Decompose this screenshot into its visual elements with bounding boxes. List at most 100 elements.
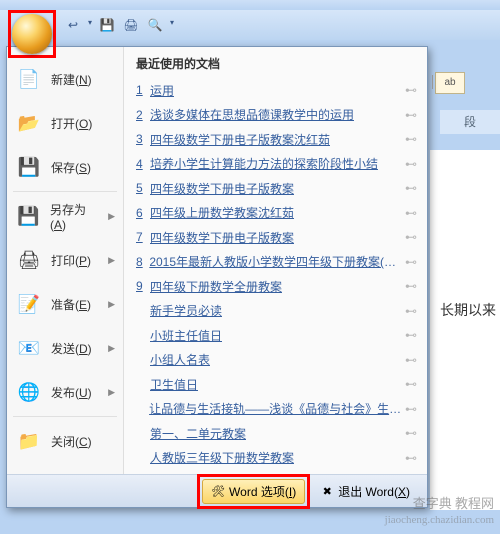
menu-label: 准备(E) [51,296,91,313]
pin-icon[interactable]: ⊷ [405,304,417,318]
recent-doc-number: 8 [136,255,149,269]
menu-icon: 🖨 [15,246,43,274]
recent-doc-number: 7 [136,230,150,244]
submenu-arrow-icon: ▶ [108,255,115,266]
recent-doc-item[interactable]: 小班主任值日 ⊷ [136,323,417,348]
word-options-label: Word 选项(I) [229,483,296,500]
recent-doc-title: 运用 [150,82,174,99]
recent-doc-item[interactable]: 新手学员必读⊷ [136,299,417,324]
recent-doc-title: 四年级数学下册电子版教案 [150,229,294,246]
office-button-highlight [8,10,56,58]
recent-doc-title: 四年级数学下册电子版教案沈红茹 [150,131,330,148]
recent-doc-item[interactable]: 6四年级上册数学教案沈红茹⊷ [136,201,417,226]
menu-item-o[interactable]: 📂 打开(O) [7,101,123,145]
pin-icon[interactable]: ⊷ [405,377,417,391]
save-icon[interactable]: 💾 [98,16,116,34]
recent-doc-number: 3 [136,132,150,146]
recent-doc-title: 小班主任值日 [150,327,222,344]
menu-icon: 📝 [15,290,43,318]
pin-icon[interactable]: ⊷ [405,157,417,171]
menu-icon: 📧 [15,334,43,362]
pin-icon[interactable]: ⊷ [405,279,417,293]
office-menu-commands: 📄新建(N)📂打开(O)💾保存(S)💾另存为(A)▶🖨打印(P)▶📝准备(E)▶… [7,47,124,474]
menu-icon: 💾 [15,202,42,230]
pin-icon[interactable]: ⊷ [405,230,417,244]
menu-icon: 📄 [15,65,43,93]
word-options-button[interactable]: 🛠 Word 选项(I) [202,479,305,504]
menu-item-n[interactable]: 📄新建(N) [7,57,123,101]
pin-icon[interactable]: ⊷ [405,83,417,97]
menu-icon: 🌐 [15,378,43,406]
menu-label: 另存为(A) [50,201,100,232]
document-text-snippet: 长期以来 [440,300,496,320]
undo-icon[interactable]: ↩ [64,16,82,34]
ab-button[interactable]: ab [435,72,465,94]
recent-doc-number: 1 [136,83,150,97]
menu-icon: 📂 [15,109,43,137]
menu-icon: 📁 [15,427,43,455]
menu-label: 打开(O) [51,115,92,132]
recent-doc-number: 2 [136,108,150,122]
quick-print-icon[interactable]: 🖨 [122,16,140,34]
recent-doc-title: 小组人名表 [150,351,210,368]
menu-item-u[interactable]: 🌐 发布(U) ▶ [7,370,123,414]
pin-icon[interactable]: ⊷ [405,328,417,342]
recent-doc-title: 四年级下册数学全册教案 [150,278,282,295]
office-button[interactable] [12,14,52,54]
recent-doc-number: 4 [136,157,150,171]
pin-icon[interactable]: ⊷ [405,402,417,416]
pin-icon[interactable]: ⊷ [405,108,417,122]
menu-item-p[interactable]: 🖨 打印(P) ▶ [7,238,123,282]
exit-icon: ✖ [320,484,334,498]
window-titlebar [0,0,500,10]
recent-doc-title: 第一、二单元教案 [150,425,246,442]
recent-doc-item[interactable]: 3四年级数学下册电子版教案沈红茹 ⊷ [136,127,417,152]
undo-dropdown-icon[interactable]: ▾ [88,16,92,34]
print-preview-icon[interactable]: 🔍 [146,16,164,34]
recent-doc-number: 9 [136,279,150,293]
submenu-arrow-icon: ▶ [108,343,115,354]
recent-doc-title: 2015年最新人教版小学数学四年级下册教案(表格... [149,253,405,270]
menu-item-c[interactable]: 📁 关闭(C) [7,419,123,463]
recent-doc-item[interactable]: 4培养小学生计算能力方法的探索阶段性小结⊷ [136,152,417,177]
recent-doc-title: 让品德与生活接轨——浅谈《品德与社会》生活化... [149,400,405,417]
submenu-arrow-icon: ▶ [108,387,115,398]
pin-icon[interactable]: ⊷ [405,255,417,269]
recent-doc-title: 卫生值日 [150,376,198,393]
menu-label: 保存(S) [51,159,91,176]
pin-icon[interactable]: ⊷ [405,206,417,220]
recent-doc-item[interactable]: 让品德与生活接轨——浅谈《品德与社会》生活化...⊷ [136,397,417,422]
recent-doc-item[interactable]: 第一、二单元教案 ⊷ [136,421,417,446]
office-menu: 📄新建(N)📂打开(O)💾保存(S)💾另存为(A)▶🖨打印(P)▶📝准备(E)▶… [6,46,428,508]
recent-doc-item[interactable]: 82015年最新人教版小学数学四年级下册教案(表格...⊷ [136,250,417,275]
recent-doc-title: 浅谈多媒体在思想品德课教学中的运用 [150,106,354,123]
menu-item-d[interactable]: 📧发送(D)▶ [7,326,123,370]
options-icon: 🛠 [211,484,225,498]
recent-doc-item[interactable]: 人教版三年级下册数学教案 ⊷ [136,446,417,471]
recent-doc-item[interactable]: 卫生值日 ⊷ [136,372,417,397]
menu-label: 发布(U) [51,384,92,401]
recent-doc-item[interactable]: 5四年级数学下册电子版教案⊷ [136,176,417,201]
menu-icon: 💾 [15,153,43,181]
submenu-arrow-icon: ▶ [108,299,115,310]
menu-label: 打印(P) [51,252,91,269]
recent-doc-item[interactable]: 小组人名表 ⊷ [136,348,417,373]
menu-label: 关闭(C) [51,433,92,450]
recent-doc-item[interactable]: 2浅谈多媒体在思想品德课教学中的运用 ⊷ [136,103,417,128]
pin-icon[interactable]: ⊷ [405,426,417,440]
pin-icon[interactable]: ⊷ [405,353,417,367]
recent-doc-number: 6 [136,206,150,220]
qat-customize-icon[interactable]: ▾ [170,16,174,34]
recent-doc-title: 人教版三年级下册数学教案 [150,449,294,466]
recent-doc-item[interactable]: 1运用 ⊷ [136,78,417,103]
pin-icon[interactable]: ⊷ [405,181,417,195]
recent-doc-item[interactable]: 7四年级数学下册电子版教案 ⊷ [136,225,417,250]
pin-icon[interactable]: ⊷ [405,451,417,465]
menu-item-e[interactable]: 📝 准备(E) ▶ [7,282,123,326]
recent-doc-item[interactable]: 9四年级下册数学全册教案 ⊷ [136,274,417,299]
pin-icon[interactable]: ⊷ [405,132,417,146]
recent-documents-panel: 最近使用的文档 1运用⊷2浅谈多媒体在思想品德课教学中的运用⊷3四年级数学下册电… [124,47,427,474]
menu-item-a[interactable]: 💾另存为(A)▶ [7,194,123,238]
office-menu-footer: 🛠 Word 选项(I) ✖ 退出 Word(X) [7,474,427,507]
menu-item-s[interactable]: 💾 保存(S) [7,145,123,189]
